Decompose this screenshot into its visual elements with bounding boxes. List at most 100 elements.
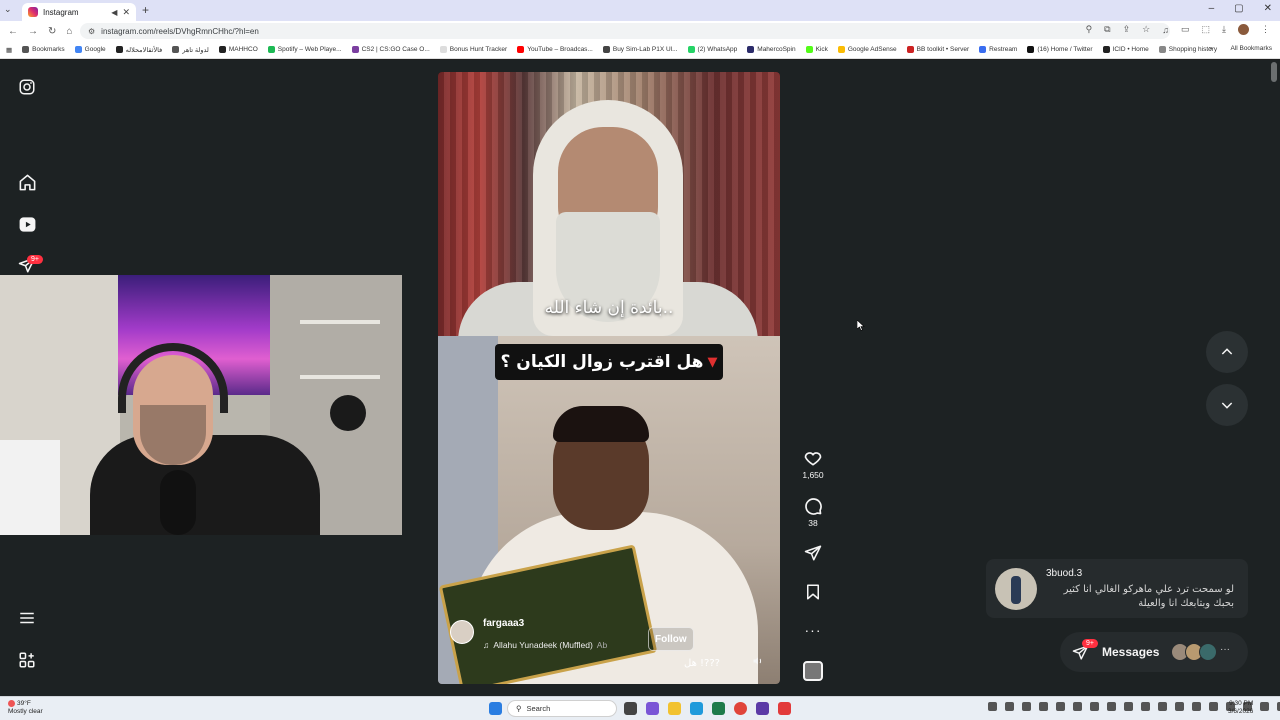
forward-button[interactable]: →: [28, 26, 38, 37]
save-action[interactable]: [796, 583, 830, 601]
home-icon[interactable]: [17, 172, 37, 192]
tray-icon[interactable]: [1090, 702, 1099, 711]
message-notification[interactable]: 3buod.3 لو سمحت ترد علي ماهركو الغالي ان…: [986, 559, 1248, 618]
bookmark-item[interactable]: Restream: [979, 46, 1017, 53]
reels-icon[interactable]: [17, 214, 37, 234]
discord-icon[interactable]: [756, 702, 769, 715]
page-scrollbar[interactable]: [1268, 60, 1280, 696]
tray-icon[interactable]: [1005, 702, 1014, 711]
heart-icon[interactable]: [803, 448, 823, 468]
media-control-icon[interactable]: ♫: [1162, 25, 1169, 35]
windows-start-icon[interactable]: [489, 702, 502, 715]
back-button[interactable]: ←: [8, 26, 18, 37]
tray-icon[interactable]: [1209, 702, 1218, 711]
more-apps-icon[interactable]: [17, 650, 37, 670]
tray-icon[interactable]: [1175, 702, 1184, 711]
taskbar-clock[interactable]: 9:30 PM 3/6/2026: [1228, 700, 1253, 716]
author-name[interactable]: fargaaa3: [483, 618, 524, 629]
share-icon[interactable]: ⇪: [1123, 24, 1131, 35]
maximize-button[interactable]: ▢: [1234, 3, 1243, 14]
like-action[interactable]: 1,650: [796, 448, 830, 480]
url-text[interactable]: instagram.com/reels/DVhgRmnCHhc/?hl=en: [101, 27, 259, 36]
bookmark-icon[interactable]: [804, 583, 822, 601]
audio-thumbnail[interactable]: [796, 661, 830, 681]
bookmark-item[interactable]: MahercoSpin: [747, 46, 796, 53]
bookmark-item[interactable]: Google AdSense: [837, 46, 897, 53]
comment-icon[interactable]: [803, 496, 823, 516]
home-button[interactable]: ⌂: [66, 26, 72, 37]
previous-reel-button[interactable]: [1206, 331, 1248, 373]
bookmark-star-icon[interactable]: ☆: [1142, 24, 1150, 35]
bookmark-item[interactable]: Google: [74, 46, 106, 53]
volume-icon[interactable]: [752, 654, 764, 672]
share-icon[interactable]: [804, 544, 822, 562]
bookmark-item[interactable]: (16) Home / Twitter: [1027, 46, 1093, 53]
more-bookmarks-icon[interactable]: »: [1209, 45, 1213, 52]
edge-icon[interactable]: [690, 702, 703, 715]
app-icon[interactable]: [778, 702, 791, 715]
scrollbar-thumb[interactable]: [1271, 62, 1277, 82]
zoom-icon[interactable]: ⚲: [1086, 24, 1093, 35]
tray-icon[interactable]: [1056, 702, 1065, 711]
task-view-icon[interactable]: [624, 702, 637, 715]
reel-video[interactable]: بائدة إن شاء الله.. هل اقترب زوال الكيان…: [438, 72, 780, 684]
all-bookmarks-button[interactable]: All Bookmarks: [1230, 45, 1272, 52]
bookmark-item[interactable]: BB toolkit • Server: [906, 46, 969, 53]
bookmark-item[interactable]: CS2 | CS:GO Case O...: [351, 46, 430, 53]
close-window-button[interactable]: ✕: [1264, 3, 1272, 14]
tray-icon[interactable]: [1141, 702, 1150, 711]
tray-icon[interactable]: [988, 702, 997, 711]
file-explorer-icon[interactable]: [668, 702, 681, 715]
next-reel-button[interactable]: [1206, 384, 1248, 426]
extensions-icon[interactable]: ⬚: [1202, 24, 1211, 35]
tray-icon[interactable]: [1192, 702, 1201, 711]
tray-icon[interactable]: [1158, 702, 1167, 711]
bookmark-item[interactable]: فالأثقالامحلاله: [115, 46, 162, 54]
follow-button[interactable]: Follow: [648, 627, 694, 651]
install-app-icon[interactable]: ⧉: [1104, 24, 1110, 35]
reel-music[interactable]: ♫ Allahu Yunadeek (Muffled) Ab: [483, 640, 607, 650]
bookmark-item[interactable]: Spotify – Web Playe...: [267, 46, 342, 53]
tab-audio-icon[interactable]: ◀: [111, 8, 117, 17]
minimize-button[interactable]: –: [1209, 3, 1215, 14]
tray-icon[interactable]: [1022, 702, 1031, 711]
comment-action[interactable]: 38: [796, 496, 830, 528]
tab-instagram[interactable]: Instagram ◀ ✕: [22, 3, 136, 21]
site-info-icon[interactable]: ⚙: [88, 27, 95, 36]
chrome-icon[interactable]: [734, 702, 747, 715]
cast-icon[interactable]: ▭: [1181, 24, 1190, 35]
omnibox[interactable]: ⚙ instagram.com/reels/DVhgRmnCHhc/?hl=en: [80, 23, 1170, 39]
bookmark-item[interactable]: Buy Sim-Lab P1X Ul...: [602, 46, 678, 53]
tab-close-icon[interactable]: ✕: [122, 7, 130, 18]
new-tab-button[interactable]: +: [142, 3, 149, 17]
messages-button[interactable]: 9+ Messages ···: [1060, 632, 1248, 672]
audio-thumbnail-icon[interactable]: [803, 661, 823, 681]
weather-widget[interactable]: 39°F Mostly clear: [8, 700, 43, 716]
copilot-icon[interactable]: [646, 702, 659, 715]
bookmark-item[interactable]: Kick: [805, 46, 828, 53]
bookmark-item[interactable]: (2) WhatsApp: [687, 46, 737, 53]
tray-icon[interactable]: [1124, 702, 1133, 711]
instagram-logo-icon[interactable]: [17, 77, 37, 97]
taskbar-search[interactable]: ⚲ Search: [507, 700, 617, 717]
author-avatar[interactable]: [450, 620, 474, 644]
tray-icon[interactable]: [1260, 702, 1269, 711]
more-options-action[interactable]: ···: [796, 622, 830, 638]
tray-icon[interactable]: [1073, 702, 1082, 711]
profile-avatar[interactable]: [1238, 24, 1249, 35]
bookmark-item[interactable]: Bookmarks: [22, 46, 65, 53]
browser-menu-icon[interactable]: ⋮: [1261, 24, 1270, 35]
bookmark-item[interactable]: MAHHCO: [218, 46, 258, 53]
menu-icon[interactable]: [17, 608, 37, 628]
share-action[interactable]: [796, 544, 830, 562]
bookmark-item[interactable]: Bonus Hunt Tracker: [439, 46, 507, 53]
apps-icon[interactable]: ▦: [6, 46, 12, 54]
bookmark-item[interactable]: YouTube – Broadcas...: [517, 46, 593, 53]
more-options-icon[interactable]: ···: [805, 622, 822, 638]
bookmark-item[interactable]: لدولة تاهر: [172, 46, 209, 54]
app-icon[interactable]: [712, 702, 725, 715]
downloads-icon[interactable]: ⤓: [1222, 24, 1226, 35]
tab-search-icon[interactable]: ⌄: [4, 4, 12, 15]
tray-icon[interactable]: [1039, 702, 1048, 711]
tray-icon[interactable]: [1107, 702, 1116, 711]
